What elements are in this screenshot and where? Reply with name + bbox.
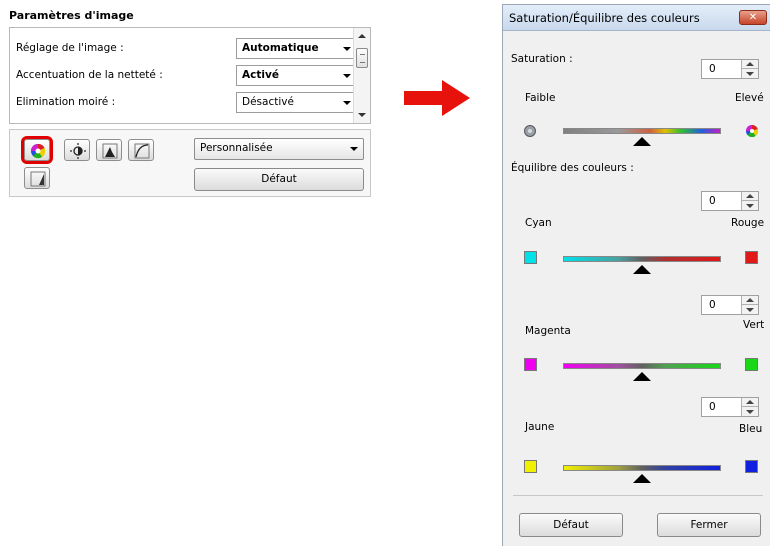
magenta-green-value: 0: [709, 299, 716, 311]
cyan-red-slider-track[interactable]: [563, 256, 721, 262]
spin-up-icon[interactable]: [746, 298, 754, 302]
dialog-separator: [513, 495, 763, 496]
image-settings-list: Réglage de l'image : Automatique Accentu…: [9, 27, 371, 124]
chevron-down-icon: [343, 74, 351, 78]
yellow-blue-slider-track[interactable]: [563, 465, 721, 471]
spin-up-icon[interactable]: [746, 194, 754, 198]
green-swatch: [745, 358, 758, 371]
descreen-label: Elimination moiré :: [16, 96, 116, 108]
threshold-button[interactable]: [24, 167, 50, 189]
magenta-label: Magenta: [525, 325, 571, 337]
brightness-contrast-button[interactable]: [64, 139, 90, 161]
cyan-red-value: 0: [709, 195, 716, 207]
magenta-green-spinbox[interactable]: 0: [701, 295, 759, 315]
dialog-default-button[interactable]: Défaut: [519, 513, 623, 537]
saturation-value: 0: [709, 63, 716, 75]
cyan-red-spin-buttons[interactable]: [741, 192, 758, 210]
brightness-contrast-icon: [70, 143, 86, 159]
preset-value: Personnalisée: [200, 142, 273, 154]
high-saturation-icon: [746, 124, 759, 138]
blue-swatch: [745, 460, 758, 473]
cyan-swatch: [524, 251, 537, 264]
threshold-icon: [30, 171, 46, 187]
tone-curve-button[interactable]: [128, 139, 154, 161]
cyan-label: Cyan: [525, 217, 552, 229]
yellow-blue-slider-thumb[interactable]: [633, 474, 651, 483]
scroll-thumb[interactable]: [356, 48, 368, 68]
tone-curve-icon: [134, 143, 150, 159]
saturation-low-label: Faible: [525, 92, 556, 104]
preset-select[interactable]: Personnalisée: [194, 138, 364, 160]
saturation-color-balance-dialog: Saturation/Équilibre des couleurs ✕ Satu…: [502, 4, 770, 546]
scroll-up-icon[interactable]: [358, 34, 366, 38]
chevron-down-icon: [350, 147, 358, 151]
spin-down-icon[interactable]: [746, 308, 754, 312]
cyan-red-slider-thumb[interactable]: [633, 265, 651, 274]
green-label: Vert: [743, 319, 765, 331]
saturation-color-balance-button[interactable]: [21, 136, 53, 164]
spin-down-icon[interactable]: [746, 72, 754, 76]
histogram-button[interactable]: [96, 139, 122, 161]
settings-scrollbar[interactable]: [353, 28, 370, 123]
saturation-slider-track[interactable]: [563, 128, 721, 134]
color-balance-label: Équilibre des couleurs :: [511, 162, 634, 174]
default-button[interactable]: Défaut: [194, 168, 364, 191]
blue-label: Bleu: [739, 423, 763, 435]
magenta-swatch: [524, 358, 537, 371]
yellow-blue-spinbox[interactable]: 0: [701, 397, 759, 417]
sharpen-select[interactable]: Activé: [236, 65, 356, 86]
yellow-label: Jaune: [525, 421, 555, 433]
dialog-titlebar[interactable]: Saturation/Équilibre des couleurs ✕: [503, 5, 770, 31]
saturation-spin-buttons[interactable]: [741, 60, 758, 78]
sharpen-value: Activé: [242, 69, 279, 81]
image-adjust-label: Réglage de l'image :: [16, 42, 124, 54]
descreen-value: Désactivé: [242, 96, 294, 108]
image-adjust-value: Automatique: [242, 42, 319, 54]
close-icon[interactable]: ✕: [739, 10, 767, 25]
image-adjust-select[interactable]: Automatique: [236, 38, 356, 59]
magenta-green-spin-buttons[interactable]: [741, 296, 758, 314]
yellow-blue-spin-buttons[interactable]: [741, 398, 758, 416]
histogram-icon: [102, 143, 118, 159]
dialog-close-button[interactable]: Fermer: [657, 513, 761, 537]
image-tools-panel: Personnalisée Défaut: [9, 129, 371, 197]
dialog-title: Saturation/Équilibre des couleurs: [509, 11, 700, 25]
cyan-red-spinbox[interactable]: 0: [701, 191, 759, 211]
right-arrow-icon: [404, 80, 470, 116]
low-saturation-icon: [524, 125, 536, 137]
sharpen-row: Accentuation de la netteté : Activé: [10, 64, 356, 88]
yellow-blue-value: 0: [709, 401, 716, 413]
magenta-green-slider-thumb[interactable]: [633, 372, 651, 381]
image-settings-title: Paramètres d'image: [9, 9, 134, 22]
spin-up-icon[interactable]: [746, 400, 754, 404]
saturation-label: Saturation :: [511, 53, 573, 65]
saturation-high-label: Elevé: [735, 92, 764, 104]
sharpen-label: Accentuation de la netteté :: [16, 69, 163, 81]
chevron-down-icon: [343, 101, 351, 105]
yellow-swatch: [524, 460, 537, 473]
saturation-color-balance-icon: [31, 143, 46, 159]
scroll-down-icon[interactable]: [358, 113, 366, 117]
spin-down-icon[interactable]: [746, 410, 754, 414]
magenta-green-slider-track[interactable]: [563, 363, 721, 369]
chevron-down-icon: [343, 47, 351, 51]
descreen-select[interactable]: Désactivé: [236, 92, 356, 113]
descreen-row: Elimination moiré : Désactivé: [10, 91, 356, 115]
image-adjust-row: Réglage de l'image : Automatique: [10, 37, 356, 61]
red-label: Rouge: [731, 217, 765, 229]
spin-down-icon[interactable]: [746, 204, 754, 208]
saturation-spinbox[interactable]: 0: [701, 59, 759, 79]
saturation-slider-thumb[interactable]: [633, 137, 651, 146]
spin-up-icon[interactable]: [746, 62, 754, 66]
red-swatch: [745, 251, 758, 264]
